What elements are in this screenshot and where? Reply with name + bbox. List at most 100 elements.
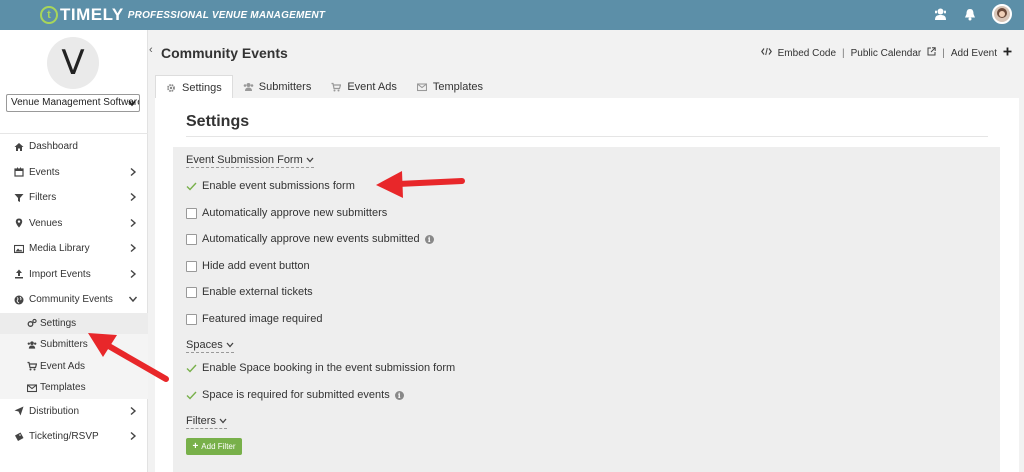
option-featured-image-required[interactable]: Featured image required — [186, 312, 322, 326]
venue-select[interactable]: Venue Management Software — [6, 94, 140, 112]
info-icon[interactable]: i — [424, 234, 434, 244]
option-hide-add-event-button[interactable]: Hide add event button — [186, 259, 310, 273]
tab-templates[interactable]: Templates — [407, 75, 493, 99]
sidebar-item-distribution[interactable]: Distribution — [0, 399, 148, 425]
sidebar-item-label: Import Events — [29, 268, 91, 280]
user-support-icon[interactable] — [932, 6, 948, 22]
checkbox[interactable] — [186, 286, 197, 298]
sidebar-item-label: Media Library — [29, 243, 90, 255]
bell-icon[interactable] — [962, 6, 978, 22]
tab-submitters[interactable]: Submitters — [233, 75, 322, 99]
ticket-icon — [13, 431, 24, 442]
separator: | — [842, 47, 845, 59]
embed-code-link[interactable]: Embed Code — [778, 48, 836, 59]
brand-name: TIMELY — [60, 5, 124, 24]
checkbox[interactable] — [186, 260, 197, 272]
brand-tagline: PROFESSIONAL VENUE MANAGEMENT — [127, 9, 326, 21]
sidebar-subitem-templates[interactable]: Templates — [0, 377, 148, 399]
envelope-icon — [27, 383, 37, 393]
plus-icon — [1003, 47, 1012, 59]
tab-settings[interactable]: Settings — [155, 75, 233, 99]
public-calendar-link[interactable]: Public Calendar — [851, 48, 922, 59]
envelope-icon — [416, 82, 428, 93]
tab-label: Event Ads — [347, 81, 397, 93]
chevron-down-icon — [128, 294, 138, 304]
chevron-right-icon — [128, 167, 138, 177]
sidebar-subitem-event-ads[interactable]: Event Ads — [0, 355, 148, 377]
send-icon — [13, 406, 24, 417]
add-filter-button[interactable]: + Add Filter — [186, 438, 242, 455]
chevron-right-icon — [128, 431, 138, 441]
cogs-icon — [27, 318, 37, 328]
checkbox[interactable] — [186, 313, 197, 325]
info-icon[interactable]: i — [394, 390, 404, 400]
add-event-link[interactable]: Add Event — [951, 48, 997, 59]
sidebar-item-label: Events — [29, 166, 60, 178]
sidebar-item-ticketing-rsvp[interactable]: Ticketing/RSVP — [0, 424, 148, 450]
calendar-icon — [13, 167, 24, 178]
checkmark-icon[interactable] — [186, 363, 197, 374]
users-icon — [243, 82, 254, 93]
chevron-right-icon — [128, 192, 138, 202]
separator: | — [942, 47, 945, 59]
sidebar-item-dashboard[interactable]: Dashboard — [0, 134, 148, 160]
sidebar-item-import-events[interactable]: Import Events — [0, 262, 148, 288]
sidebar-item-label: Dashboard — [29, 141, 78, 153]
sidebar-collapse-button[interactable]: ‹ — [149, 44, 153, 56]
event-submission-form-toggle[interactable]: Event Submission Form — [186, 154, 314, 168]
sidebar-subitem-label: Submitters — [40, 339, 88, 351]
option-auto-approve-events[interactable]: Automatically approve new events submitt… — [186, 232, 434, 246]
option-enable-space-booking[interactable]: Enable Space booking in the event submis… — [186, 361, 455, 375]
option-label: Automatically approve new events submitt… — [202, 233, 420, 245]
sidebar-item-label: Venues — [29, 217, 63, 229]
code-icon — [760, 47, 772, 59]
sidebar-nav: Dashboard Events Filters Venues Media Li… — [0, 133, 148, 450]
sidebar-item-community-events[interactable]: Community Events — [0, 287, 148, 313]
sidebar-subitem-settings[interactable]: Settings — [0, 312, 148, 334]
checkmark-icon[interactable] — [186, 181, 197, 192]
option-enable-submissions-form[interactable]: Enable event submissions form — [186, 179, 355, 193]
chevron-right-icon — [128, 269, 138, 279]
sidebar-subitem-submitters[interactable]: Submitters — [0, 334, 148, 356]
settings-heading: Settings — [186, 113, 250, 130]
spaces-toggle[interactable]: Spaces — [186, 339, 234, 353]
settings-form — [173, 147, 1000, 472]
gear-icon — [166, 82, 177, 93]
tab-bar: Settings Submitters Event Ads Templates — [155, 75, 493, 99]
cart-icon — [331, 82, 342, 93]
option-label: Automatically approve new submitters — [202, 207, 388, 219]
chevron-right-icon — [128, 218, 138, 228]
chevron-down-icon — [306, 155, 314, 165]
option-label: Enable Space booking in the event submis… — [202, 362, 456, 374]
option-label: Featured image required — [202, 313, 323, 325]
sidebar-item-venues[interactable]: Venues — [0, 211, 148, 237]
globe-icon — [13, 294, 24, 305]
section-label: Spaces — [186, 339, 223, 351]
checkbox[interactable] — [186, 233, 197, 245]
user-avatar[interactable] — [992, 4, 1012, 24]
tab-event-ads[interactable]: Event Ads — [321, 75, 407, 99]
option-space-required[interactable]: Space is required for submitted events i — [186, 388, 404, 402]
add-filter-label: Add Filter — [201, 442, 236, 451]
sidebar-item-filters[interactable]: Filters — [0, 185, 148, 211]
timely-logo-mark: t — [40, 6, 58, 24]
sidebar-item-label: Distribution — [29, 405, 80, 417]
sidebar-subitem-label: Event Ads — [40, 360, 86, 372]
filters-toggle[interactable]: Filters — [186, 415, 227, 429]
sidebar-item-media-library[interactable]: Media Library — [0, 236, 148, 262]
checkbox[interactable] — [186, 207, 197, 219]
venue-avatar: V — [47, 37, 99, 89]
option-enable-external-tickets[interactable]: Enable external tickets — [186, 285, 313, 299]
sidebar-item-events[interactable]: Events — [0, 160, 148, 186]
section-label: Filters — [186, 415, 216, 427]
timely-logo[interactable]: t TIMELY PROFESSIONAL VENUE MANAGEMENT — [40, 5, 325, 25]
venue-select-value: Venue Management Software — [11, 97, 140, 108]
section-label: Event Submission Form — [186, 154, 303, 166]
option-auto-approve-submitters[interactable]: Automatically approve new submitters — [186, 206, 387, 220]
page-title: Community Events — [161, 45, 288, 61]
top-bar: t TIMELY PROFESSIONAL VENUE MANAGEMENT — [0, 0, 1024, 30]
option-label: Space is required for submitted events — [202, 389, 390, 401]
external-link-icon — [927, 47, 936, 59]
checkmark-icon[interactable] — [186, 390, 197, 401]
sidebar-subitem-label: Templates — [40, 382, 86, 394]
